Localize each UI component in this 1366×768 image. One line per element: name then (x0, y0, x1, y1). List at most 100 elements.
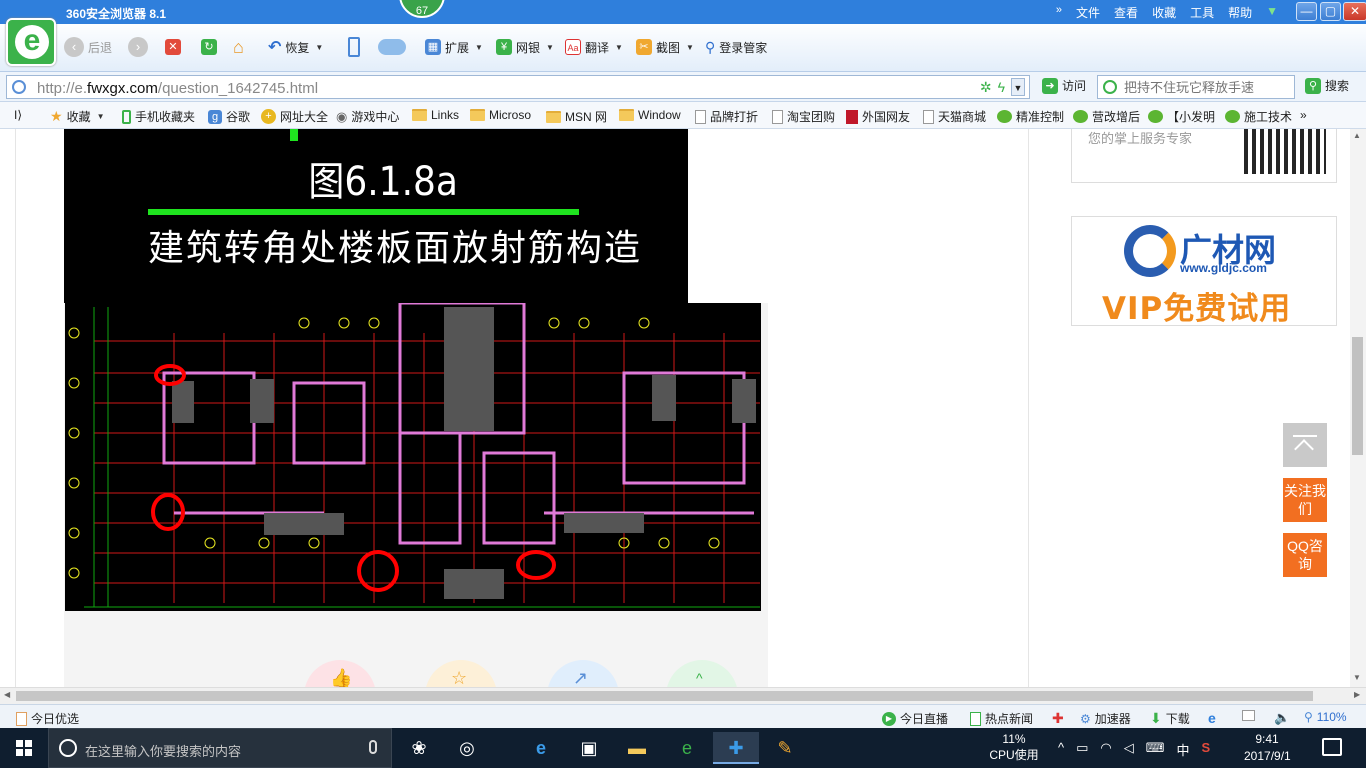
taskbar-search[interactable]: 在这里输入你要搜索的内容 (48, 728, 392, 768)
today-pick-button[interactable]: 今日优选 (16, 710, 79, 727)
qq-consult-button[interactable]: QQ咨询 (1283, 533, 1327, 577)
app-swirl-icon[interactable]: ◎ (444, 732, 490, 764)
browser-logo[interactable]: e (6, 18, 56, 66)
loading-icon[interactable]: ✲ (980, 79, 992, 96)
restore-button[interactable]: ↶ 恢复 ▼ (268, 35, 323, 59)
bookmark-item[interactable]: 品牌打折 (695, 108, 758, 125)
search-button[interactable]: ⚲ 搜索 (1305, 77, 1349, 94)
live-button[interactable]: ▶ 今日直播 (882, 710, 948, 727)
home-button[interactable]: ⌂ (233, 35, 244, 59)
gldjc-ad-banner[interactable]: 广材网 www.gldjc.com VIP免费试用 (1071, 216, 1337, 327)
url-text[interactable]: http://e.fwxgx.com/question_1642745.html (37, 80, 318, 97)
sogou-ime-icon[interactable]: S (1202, 740, 1211, 759)
edge-icon[interactable]: e (518, 732, 564, 764)
battery-icon[interactable]: ▭ (1076, 740, 1088, 759)
menu-view[interactable]: 查看 (1114, 4, 1138, 21)
menu-help[interactable]: 帮助 (1228, 4, 1252, 21)
bookmark-item[interactable]: 天猫商城 (923, 108, 986, 125)
window-icon[interactable] (1242, 710, 1255, 721)
bookmark-item[interactable]: 施工技术 (1225, 108, 1292, 125)
app-active-icon[interactable]: ✚ (713, 732, 759, 764)
ie-icon[interactable]: e (1208, 710, 1216, 726)
bookmark-item[interactable]: + 网址大全 (261, 108, 328, 125)
notification-badge[interactable]: 67 (399, 0, 445, 18)
follow-us-button[interactable]: 关注我们 (1283, 478, 1327, 522)
visit-button[interactable]: ➜ 访问 (1042, 77, 1086, 94)
scroll-up-icon[interactable]: ▲ (1353, 131, 1361, 140)
browser-360-icon[interactable]: e (664, 732, 710, 764)
phone-icon (348, 37, 360, 57)
clock[interactable]: 9:41 2017/9/1 (1244, 731, 1291, 765)
url-bar[interactable]: http://e.fwxgx.com/question_1642745.html… (6, 75, 1030, 99)
tray-expand-icon[interactable]: ^ (1058, 740, 1064, 759)
bookmark-item[interactable]: Window (619, 108, 681, 122)
bookmark-item[interactable]: 【小发明 (1148, 108, 1215, 125)
translate-button[interactable]: Aa 翻译 ▼ (565, 35, 623, 59)
bookmark-item[interactable]: ◉ 游戏中心 (336, 108, 399, 125)
hot-news-button[interactable]: 热点新闻 (970, 710, 1033, 727)
accelerator-button[interactable]: ⚙ 加速器 (1080, 710, 1131, 727)
scroll-right-icon[interactable]: ▶ (1354, 690, 1360, 699)
cpu-meter[interactable]: 11% CPU使用 (988, 731, 1040, 763)
ime-indicator[interactable]: 中 (1177, 740, 1190, 759)
scroll-left-icon[interactable]: ◀ (4, 690, 10, 699)
search-input[interactable] (1122, 78, 1292, 96)
key-icon: ⚲ (705, 38, 716, 55)
url-dropdown-icon[interactable]: ▼ (1011, 78, 1025, 96)
horizontal-scrollbar[interactable]: ◀ ▶ (0, 687, 1366, 704)
close-button[interactable]: ✕ (1343, 2, 1366, 21)
bookmark-item[interactable]: 手机收藏夹 (122, 108, 195, 125)
start-button[interactable] (0, 728, 48, 768)
lightning-icon[interactable]: ϟ (998, 79, 1005, 95)
stop-button[interactable]: ✕ (165, 35, 181, 59)
bookmark-item[interactable]: Links (412, 108, 459, 122)
menu-file[interactable]: 文件 (1076, 4, 1100, 21)
more-bookmarks-icon[interactable]: » (1300, 108, 1307, 122)
notes-icon[interactable]: ✎ (762, 732, 808, 764)
maximize-button[interactable]: ▢ (1320, 2, 1341, 21)
back-to-top-button[interactable] (1283, 423, 1327, 467)
bookmark-item[interactable]: g 谷歌 (208, 108, 250, 125)
bookmark-item[interactable]: 精准控制 (997, 108, 1064, 125)
screenshot-button[interactable]: ✂ 截图 ▼ (636, 35, 694, 59)
minimize-button[interactable]: — (1296, 2, 1317, 21)
keyboard-icon[interactable]: ⌨ (1146, 740, 1165, 759)
store-icon[interactable]: ▣ (566, 732, 612, 764)
scrollbar-thumb[interactable] (1352, 337, 1363, 455)
file-explorer-icon[interactable]: ▬ (614, 732, 660, 764)
cloud-button[interactable] (378, 35, 406, 59)
mobile-button[interactable] (348, 35, 360, 59)
bookmark-item[interactable]: 营改增后 (1073, 108, 1140, 125)
wifi-icon[interactable]: ◠ (1100, 740, 1111, 759)
share-icon: ↗ (573, 668, 589, 687)
extend-button[interactable]: ▦ 扩展 ▼ (425, 35, 483, 59)
bookmark-item[interactable]: 外国网友 (846, 108, 910, 125)
scrollbar-thumb[interactable] (16, 691, 1313, 701)
speaker-icon[interactable]: 🔈 (1274, 710, 1290, 726)
login-manager-button[interactable]: ⚲ 登录管家 (705, 35, 767, 59)
vertical-scrollbar[interactable]: ▲ ▼ (1350, 129, 1366, 687)
zoom-control[interactable]: ⚲ 110% (1304, 710, 1347, 724)
plus-icon[interactable]: ✚ (1052, 710, 1064, 727)
sidebar-toggle-icon[interactable]: I⟩ (14, 108, 22, 122)
notification-center-icon[interactable] (1322, 738, 1342, 756)
skin-shirt-icon[interactable]: ▼ (1266, 4, 1278, 21)
bookmark-favorites[interactable]: ★ 收藏 ▼ (50, 108, 105, 125)
task-view-icon[interactable]: ❀ (396, 732, 442, 764)
bookmark-item[interactable]: Microso (470, 108, 531, 122)
menu-chevron-icon[interactable]: » (1056, 4, 1062, 21)
menu-favorites[interactable]: 收藏 (1152, 4, 1176, 21)
microphone-icon[interactable] (369, 740, 377, 754)
bookmark-item[interactable]: MSN 网 (546, 108, 607, 125)
forward-button[interactable]: › (128, 35, 148, 59)
refresh-button[interactable]: ↻ (201, 35, 217, 59)
volume-icon[interactable]: ◁ (1124, 740, 1134, 759)
search-box[interactable] (1097, 75, 1295, 99)
netbank-button[interactable]: ¥ 网银 ▼ (496, 35, 554, 59)
back-button[interactable]: ‹ 后退 (64, 35, 112, 59)
menu-tools[interactable]: 工具 (1190, 4, 1214, 21)
netbank-label: 网银 (516, 40, 541, 55)
scroll-down-icon[interactable]: ▼ (1353, 673, 1361, 682)
download-button[interactable]: ⬇ 下载 (1150, 710, 1190, 727)
bookmark-item[interactable]: 淘宝团购 (772, 108, 835, 125)
